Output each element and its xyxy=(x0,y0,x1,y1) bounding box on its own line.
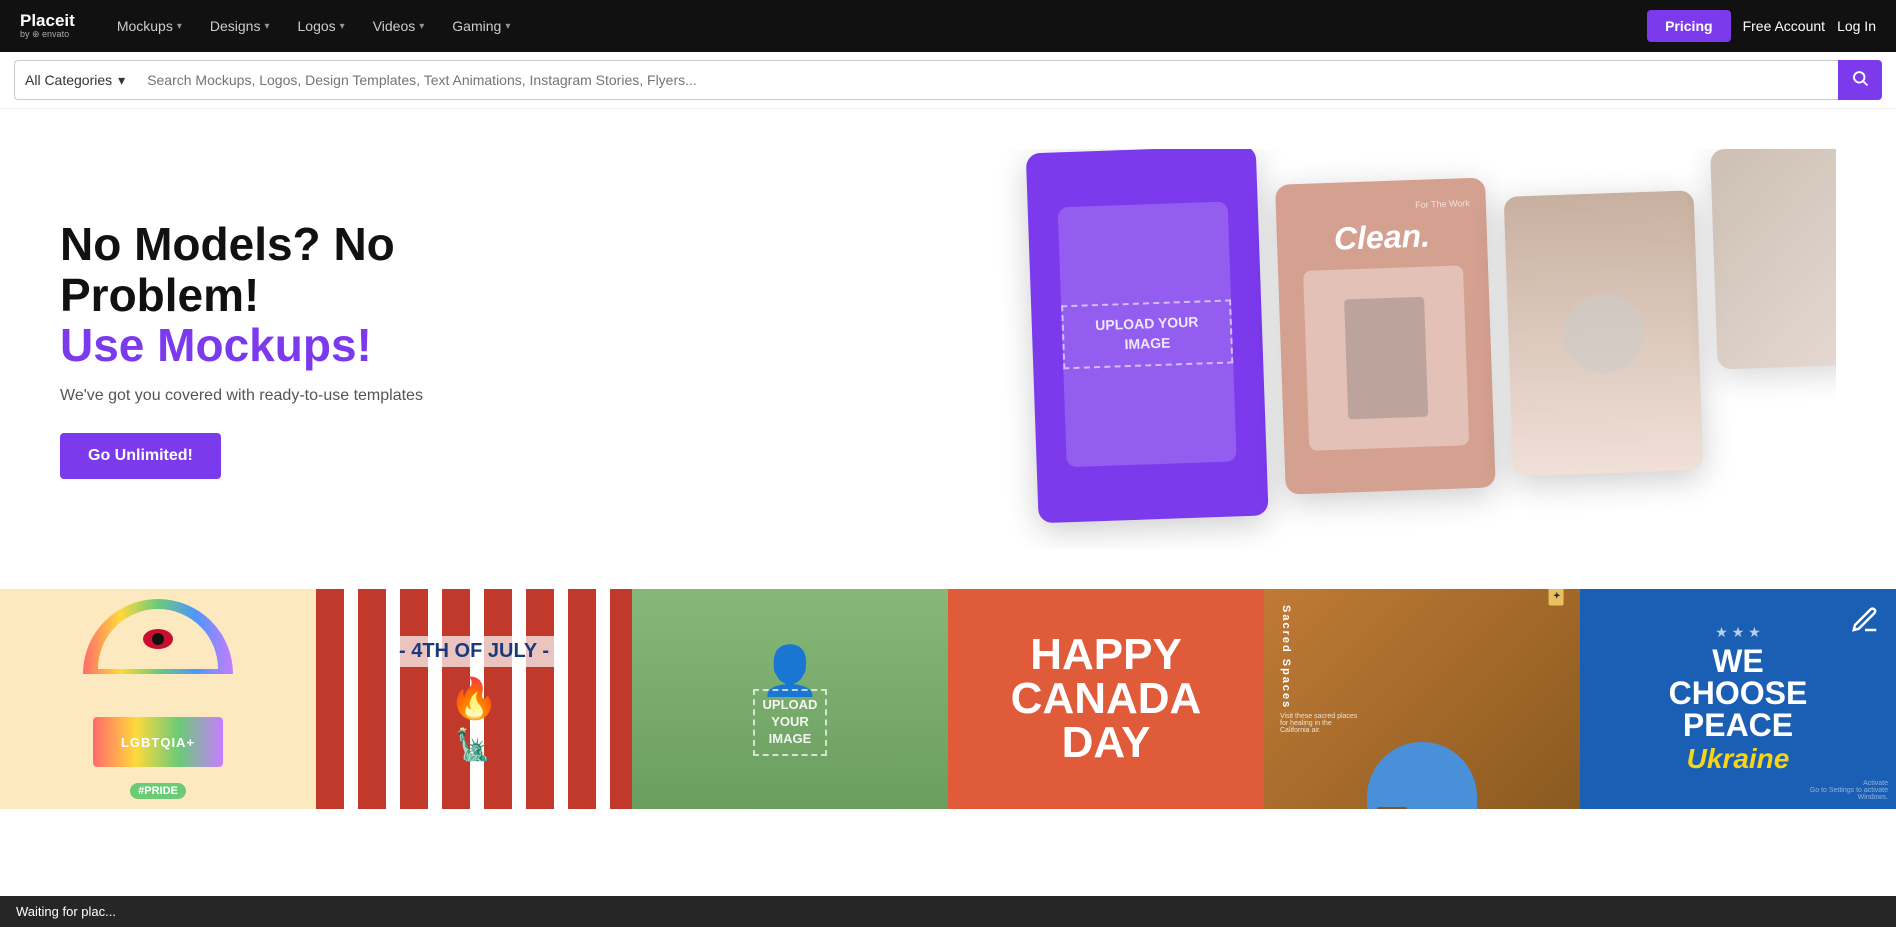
gallery-card-tshirt[interactable]: 👤 UPLOADYOURIMAGE xyxy=(632,589,948,809)
category-dropdown[interactable]: All Categories ▾ xyxy=(14,60,135,100)
pride-tag: #PRIDE xyxy=(130,783,186,799)
hero-card-mask xyxy=(1504,190,1704,476)
gallery-card-4th-july[interactable]: - 4TH OF JULY - 🔥 🗽 xyxy=(316,589,632,809)
logo-text: Placeit xyxy=(20,12,75,29)
4th-july-title: - 4TH OF JULY - xyxy=(389,636,559,667)
free-account-button[interactable]: Free Account xyxy=(1743,18,1826,34)
hero-card-dress: UPLOAD YOUR IMAGE xyxy=(1026,149,1269,523)
hero-right: UPLOAD YOUR IMAGE For The Work Clean. xyxy=(560,149,1836,549)
ukraine-text: Ukraine xyxy=(1687,743,1790,775)
hero-card-clean-title: Clean. xyxy=(1333,217,1430,257)
hero-left: No Models? No Problem! Use Mockups! We'v… xyxy=(60,219,560,479)
express-badge: EXPRESS ✦ xyxy=(1549,589,1564,605)
sacred-subtitle: Visit these sacred places for healing in… xyxy=(1280,713,1360,734)
chevron-down-icon: ▾ xyxy=(264,21,269,32)
activation-bar: Waiting for plac... xyxy=(0,896,1896,927)
nav-item-gaming[interactable]: Gaming ▾ xyxy=(438,0,524,52)
logo-sub: by ⊕ envato xyxy=(20,29,75,40)
nav-item-logos[interactable]: Logos ▾ xyxy=(284,0,359,52)
gallery-card-canada[interactable]: HAPPYCANADADAY xyxy=(948,589,1264,809)
nav-links: Mockups ▾ Designs ▾ Logos ▾ Videos ▾ Gam… xyxy=(103,0,1647,52)
gallery-card-ukraine[interactable]: ★ ★ ★ WECHOOSEPEACE Ukraine ActivateGo t… xyxy=(1580,589,1896,809)
nav-item-videos[interactable]: Videos ▾ xyxy=(359,0,439,52)
activation-note: ActivateGo to Settings to activate Windo… xyxy=(1788,780,1888,801)
sacred-spaces-title: Sacred Spaces xyxy=(1280,605,1292,709)
nav-item-designs[interactable]: Designs ▾ xyxy=(196,0,284,52)
gallery-row: LGBTQIA+ #PRIDE - 4TH OF JULY - 🔥 🗽 xyxy=(0,589,1896,809)
search-input[interactable] xyxy=(135,60,1838,100)
statue-icon: 🗽 xyxy=(455,728,492,763)
hero-card-clean: For The Work Clean. xyxy=(1275,177,1496,494)
hero-title: No Models? No Problem! Use Mockups! xyxy=(60,219,560,371)
nav-right: Pricing Free Account Log In xyxy=(1647,10,1876,42)
hero-card-extra xyxy=(1710,149,1836,369)
tshirt-upload-text: UPLOADYOURIMAGE xyxy=(753,689,828,756)
chevron-down-icon: ▾ xyxy=(505,21,510,32)
search-button[interactable] xyxy=(1838,60,1882,100)
gallery-card-sacred-spaces[interactable]: Sacred Spaces EXPRESS ✦ Visit these sacr… xyxy=(1264,589,1580,809)
logo[interactable]: Placeit by ⊕ envato xyxy=(20,12,75,40)
hero-subtitle: We've got you covered with ready-to-use … xyxy=(60,387,560,405)
search-bar: All Categories ▾ xyxy=(0,52,1896,109)
chevron-down-icon: ▾ xyxy=(177,21,182,32)
navbar: Placeit by ⊕ envato Mockups ▾ Designs ▾ … xyxy=(0,0,1896,52)
pricing-button[interactable]: Pricing xyxy=(1647,10,1730,42)
stars-icon: ★ ★ ★ xyxy=(1715,624,1760,641)
go-unlimited-button[interactable]: Go Unlimited! xyxy=(60,433,221,479)
we-choose-peace-text: WECHOOSEPEACE xyxy=(1669,645,1808,741)
upload-image-text: UPLOAD YOUR IMAGE xyxy=(1061,300,1233,369)
login-button[interactable]: Log In xyxy=(1837,18,1876,34)
nav-item-mockups[interactable]: Mockups ▾ xyxy=(103,0,196,52)
activation-text: Waiting for plac... xyxy=(16,904,116,919)
search-icon xyxy=(1851,69,1869,92)
hero-title-purple: Use Mockups! xyxy=(60,320,560,371)
chevron-down-icon: ▾ xyxy=(118,72,125,89)
category-label: All Categories xyxy=(25,72,112,88)
hero-section: No Models? No Problem! Use Mockups! We'v… xyxy=(0,109,1896,589)
flame-icon: 🔥 xyxy=(449,675,499,722)
chevron-down-icon: ▾ xyxy=(419,21,424,32)
gallery-card-lgbtqia[interactable]: LGBTQIA+ #PRIDE xyxy=(0,589,316,809)
canada-text: HAPPYCANADADAY xyxy=(1001,623,1212,775)
chevron-down-icon: ▾ xyxy=(340,21,345,32)
